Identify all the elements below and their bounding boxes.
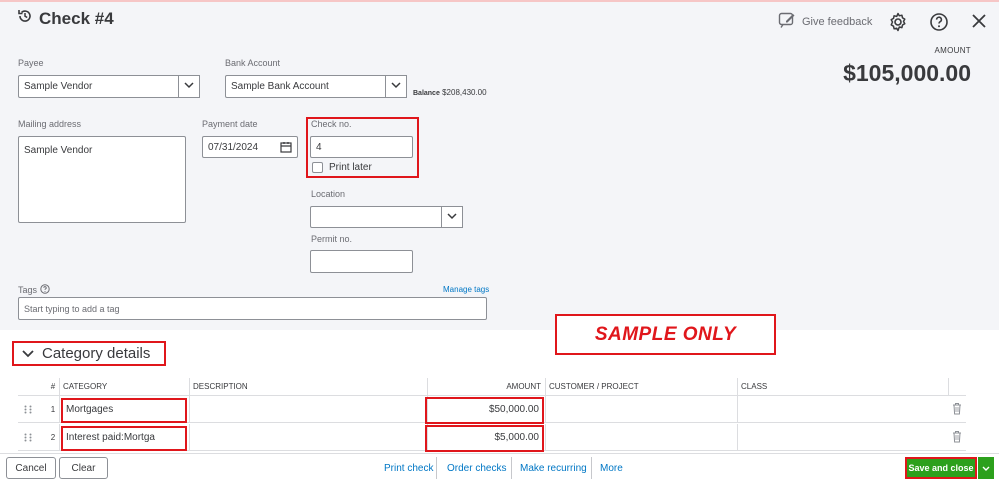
tags-label: Tags bbox=[18, 285, 38, 295]
chevron-down-icon bbox=[391, 81, 401, 92]
save-and-close-button[interactable]: Save and close bbox=[905, 457, 977, 479]
amount-value: $105,000.00 bbox=[843, 60, 971, 86]
sample-only-stamp: SAMPLE ONLY bbox=[555, 314, 776, 355]
column-header-description: DESCRIPTION bbox=[189, 378, 427, 395]
row-description[interactable] bbox=[189, 424, 427, 451]
feedback-label: Give feedback bbox=[802, 15, 873, 28]
more-link[interactable]: More bbox=[600, 463, 623, 474]
row-description[interactable] bbox=[189, 396, 427, 423]
check-no-field[interactable]: 4 bbox=[310, 136, 413, 158]
clear-button[interactable]: Clear bbox=[59, 457, 108, 479]
column-header-class: CLASS bbox=[737, 378, 948, 395]
save-options-dropdown[interactable] bbox=[978, 457, 994, 479]
check-no-label: Check no. bbox=[311, 119, 352, 129]
calendar-icon[interactable] bbox=[280, 141, 292, 156]
print-later-option[interactable]: Print later bbox=[312, 162, 372, 173]
print-check-link[interactable]: Print check bbox=[384, 463, 433, 474]
payment-date-field[interactable]: 07/31/2024 bbox=[202, 136, 298, 158]
page-title: Check #4 bbox=[39, 8, 114, 28]
chevron-down-icon bbox=[982, 459, 990, 477]
order-checks-link[interactable]: Order checks bbox=[447, 463, 506, 474]
amount-label: AMOUNT bbox=[934, 46, 971, 55]
info-icon[interactable] bbox=[40, 284, 50, 296]
amount-annotation-row1 bbox=[425, 397, 544, 424]
payee-label: Payee bbox=[18, 58, 44, 68]
bank-account-select[interactable]: Sample Bank Account bbox=[225, 75, 407, 98]
footer-divider bbox=[511, 457, 512, 479]
location-label: Location bbox=[311, 189, 346, 199]
bank-account-value: Sample Bank Account bbox=[231, 81, 329, 92]
category-details-title: Category details bbox=[42, 345, 151, 362]
row-class[interactable] bbox=[737, 424, 948, 451]
payment-date-value: 07/31/2024 bbox=[208, 141, 259, 153]
gear-icon[interactable] bbox=[888, 12, 908, 37]
footer-divider bbox=[591, 457, 592, 479]
row-number: 2 bbox=[50, 433, 56, 442]
give-feedback-button[interactable]: Give feedback bbox=[778, 12, 872, 31]
tags-input[interactable]: Start typing to add a tag bbox=[18, 297, 487, 320]
column-header-number: # bbox=[50, 382, 56, 391]
permit-no-label: Permit no. bbox=[311, 234, 353, 244]
payee-dropdown-button[interactable] bbox=[178, 75, 200, 98]
location-dropdown-button[interactable] bbox=[441, 206, 463, 228]
tags-placeholder: Start typing to add a tag bbox=[24, 303, 120, 314]
chevron-down-icon bbox=[22, 345, 34, 362]
balance-readout: Balance $208,430.00 bbox=[413, 88, 487, 97]
mailing-address-value: Sample Vendor bbox=[24, 145, 93, 156]
payee-select[interactable]: Sample Vendor bbox=[18, 75, 200, 98]
category-annotation-row2 bbox=[61, 426, 187, 451]
row-customer-project[interactable] bbox=[545, 396, 737, 423]
check-no-value: 4 bbox=[316, 141, 322, 153]
header: Check #4 Give feedback bbox=[0, 2, 999, 40]
history-icon[interactable] bbox=[17, 8, 33, 29]
tags-label-wrap: Tags bbox=[18, 284, 50, 296]
row-customer-project[interactable] bbox=[545, 424, 737, 451]
payee-value: Sample Vendor bbox=[24, 81, 93, 92]
title-wrap: Check #4 bbox=[17, 8, 114, 29]
column-header-amount: AMOUNT bbox=[427, 378, 545, 395]
mailing-address-field[interactable]: Sample Vendor bbox=[18, 136, 186, 223]
mailing-address-label: Mailing address bbox=[18, 119, 82, 129]
category-annotation-row1 bbox=[61, 398, 187, 423]
category-details-toggle[interactable]: Category details bbox=[12, 341, 166, 366]
print-later-label: Print later bbox=[329, 162, 372, 173]
cancel-button[interactable]: Cancel bbox=[6, 457, 56, 479]
bank-account-dropdown-button[interactable] bbox=[385, 75, 407, 98]
trash-icon[interactable] bbox=[952, 430, 962, 445]
drag-handle-icon[interactable] bbox=[24, 405, 32, 416]
bank-account-label: Bank Account bbox=[225, 58, 281, 68]
feedback-icon bbox=[778, 12, 796, 31]
manage-tags-link[interactable]: Manage tags bbox=[443, 285, 489, 294]
payment-date-label: Payment date bbox=[202, 119, 258, 129]
footer-divider bbox=[436, 457, 437, 479]
column-header-customer-project: CUSTOMER / PROJECT bbox=[545, 378, 737, 395]
location-select[interactable] bbox=[310, 206, 463, 228]
balance-label: Balance bbox=[413, 90, 440, 97]
column-header-actions bbox=[948, 378, 966, 395]
close-icon[interactable] bbox=[971, 13, 987, 34]
footer-bar: Cancel Clear Print check Order checks Ma… bbox=[0, 453, 999, 487]
make-recurring-link[interactable]: Make recurring bbox=[520, 463, 587, 474]
permit-no-field[interactable] bbox=[310, 250, 413, 273]
row-class[interactable] bbox=[737, 396, 948, 423]
row-number: 1 bbox=[50, 405, 56, 414]
help-icon[interactable] bbox=[929, 12, 949, 37]
balance-value: $208,430.00 bbox=[442, 88, 487, 97]
drag-handle-icon[interactable] bbox=[24, 433, 32, 444]
amount-annotation-row2 bbox=[425, 425, 544, 452]
print-later-checkbox[interactable] bbox=[312, 162, 323, 173]
chevron-down-icon bbox=[184, 81, 194, 92]
chevron-down-icon bbox=[447, 212, 457, 223]
trash-icon[interactable] bbox=[952, 402, 962, 417]
column-header-category: CATEGORY bbox=[59, 378, 189, 395]
